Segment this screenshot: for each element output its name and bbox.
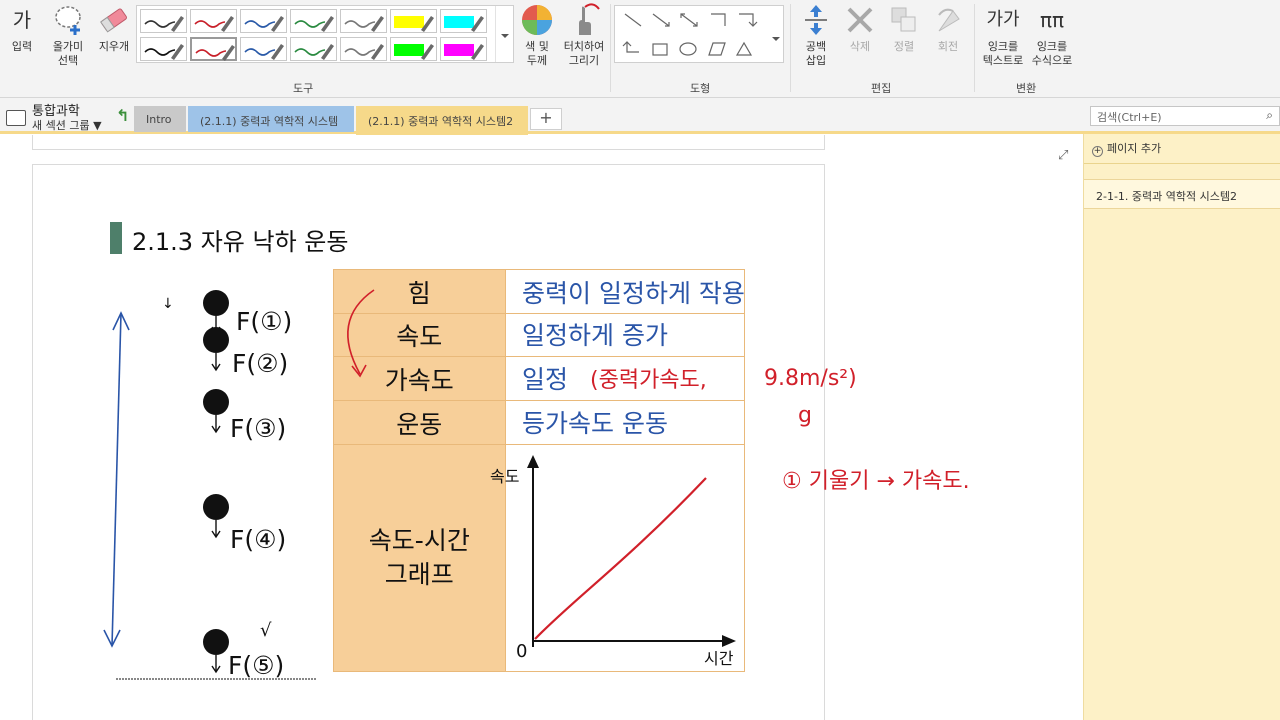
add-page-label: 페이지 추가 — [1107, 142, 1162, 155]
force-label: F(②) — [232, 349, 288, 378]
ink-gravity-accel-value: 9.8m/s²) — [764, 366, 857, 391]
falling-balls: F(①) F(②) F(③) F(④) F(⑤) — [203, 290, 292, 680]
search-icon: ⌕ — [1266, 108, 1273, 122]
ink-height-line — [111, 312, 122, 647]
force-label: F(⑤) — [228, 651, 284, 680]
force-label: F(①) — [236, 307, 292, 336]
falling-ball — [203, 494, 229, 520]
falling-ball — [203, 327, 229, 353]
ink-curved-arrow — [347, 289, 375, 375]
ink-acceleration-value: 일정 — [522, 365, 568, 394]
ink-small-arrow: ↓ — [162, 296, 174, 312]
falling-ball — [203, 389, 229, 415]
ink-slope-note: ① 기울기 → 가속도. — [782, 469, 970, 494]
pane-divider — [1084, 163, 1280, 164]
ink-force-value: 중력이 일정하게 작용 — [522, 279, 745, 308]
falling-ball — [203, 290, 229, 316]
force-label: F(④) — [230, 525, 286, 554]
force-arrow — [211, 655, 221, 674]
ink-g-symbol: g — [798, 403, 812, 428]
force-label: F(③) — [230, 414, 286, 443]
page-list-item[interactable]: 2-1-1. 중력과 역학적 시스템2 — [1084, 179, 1280, 209]
ink-motion-value: 등가속도 운동 — [522, 409, 668, 438]
add-page-button[interactable]: + 페이지 추가 — [1092, 140, 1161, 157]
ink-velocity-value: 일정하게 증가 — [522, 321, 668, 350]
falling-ball — [203, 629, 229, 655]
ink-layer[interactable]: 중력이 일정하게 작용 일정하게 증가 일정 (중력가속도, 9.8m/s²) … — [0, 0, 1083, 720]
force-arrow — [211, 520, 221, 539]
force-arrow — [211, 353, 221, 372]
onenote-window: 가 입력 올가미 선택 지우개 색 및 두께 터치하여 그리기 공백 삽입 삭제… — [0, 0, 1280, 720]
add-page-icon: + — [1092, 146, 1103, 157]
ink-gravity-accel-note: (중력가속도, — [590, 368, 707, 393]
force-arrow — [211, 415, 221, 434]
search-placeholder: 검색(Ctrl+E) — [1097, 111, 1162, 124]
search-input[interactable]: 검색(Ctrl+E) ⌕ — [1090, 106, 1280, 126]
pages-pane: + 페이지 추가 2-1-1. 중력과 역학적 시스템2 — [1083, 134, 1280, 720]
ink-check-mark: √ — [260, 620, 272, 641]
